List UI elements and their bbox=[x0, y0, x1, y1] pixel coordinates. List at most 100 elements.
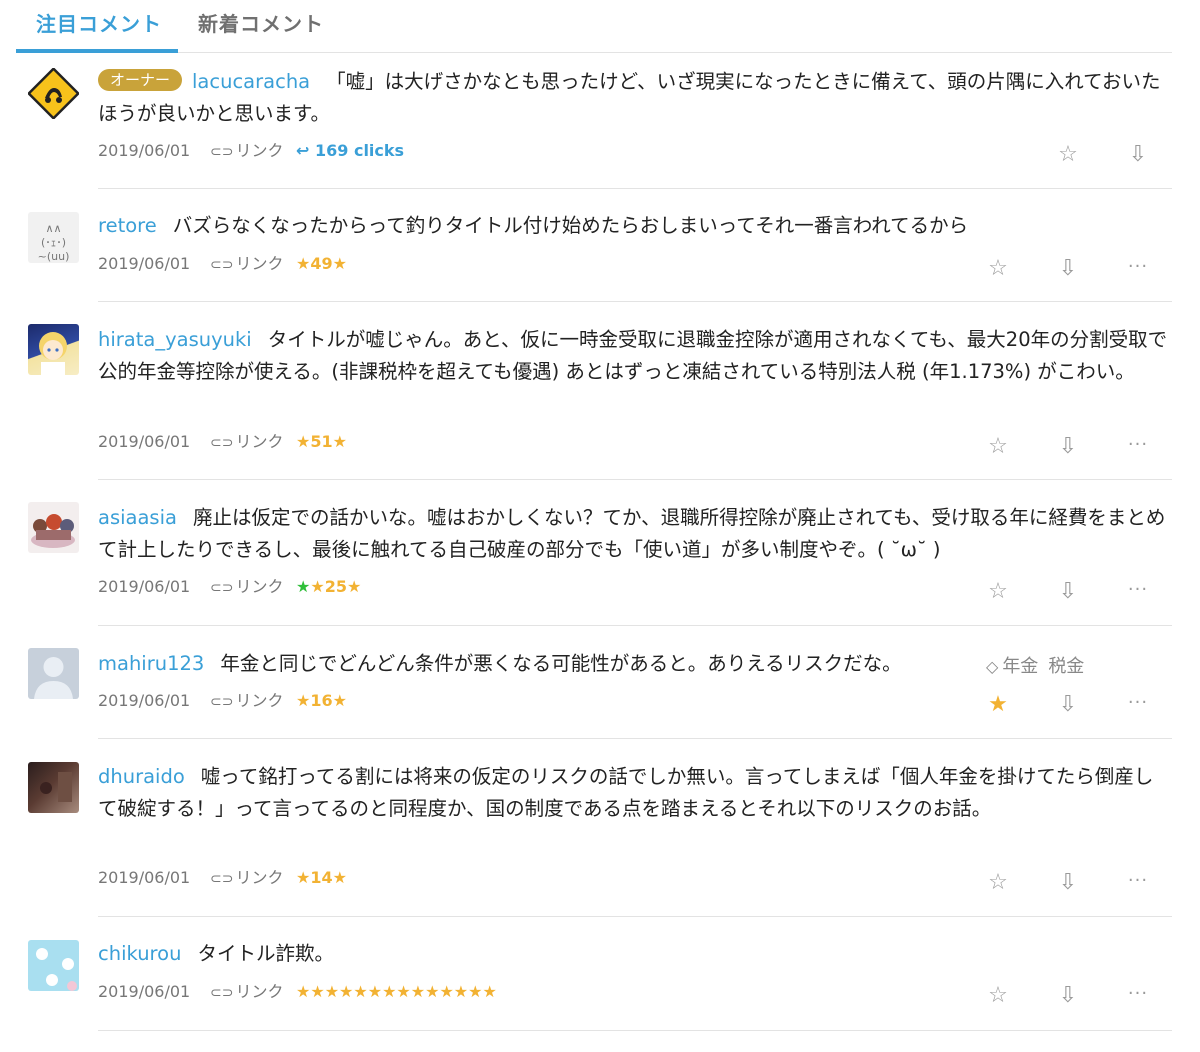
comment-date[interactable]: 2019/06/01 bbox=[98, 982, 210, 1002]
tag[interactable]: 年金 bbox=[1002, 656, 1038, 677]
star-count[interactable]: ★51★ bbox=[296, 432, 347, 451]
comment-date[interactable]: 2019/06/01 bbox=[98, 141, 210, 161]
arrow-down-icon[interactable]: ⇩ bbox=[1053, 579, 1083, 604]
star-icon: ★ bbox=[296, 982, 311, 1001]
comment-meta: 2019/06/01 ⊂⊃ リンク ★★★★★★★★★★★★★★ bbox=[98, 982, 497, 1003]
permalink[interactable]: ⊂⊃ リンク bbox=[210, 691, 296, 712]
avatar[interactable] bbox=[28, 762, 79, 813]
avatar[interactable] bbox=[28, 940, 79, 991]
avatar[interactable] bbox=[28, 648, 79, 699]
tab-latest-comments[interactable]: 新着コメント bbox=[198, 8, 324, 37]
tab-featured-comments[interactable]: 注目コメント bbox=[36, 8, 162, 37]
more-options-icon[interactable]: ··· bbox=[1123, 692, 1153, 713]
comment-date[interactable]: 2019/06/01 bbox=[98, 254, 210, 274]
group-illustration-avatar-icon bbox=[31, 514, 75, 548]
click-count[interactable]: ↩︎ 169 clicks bbox=[296, 141, 404, 160]
add-star-icon[interactable]: ☆ bbox=[983, 434, 1013, 459]
comment-date[interactable]: 2019/06/01 bbox=[98, 868, 210, 888]
divider bbox=[98, 738, 1172, 739]
comment-text: バズらなくなったからって釣りタイトル付け始めたらおしまいってそれ一番言われてるか… bbox=[172, 214, 969, 237]
tag-icon: ◇ bbox=[986, 657, 999, 676]
arrow-down-icon[interactable]: ⇩ bbox=[1053, 983, 1083, 1008]
arrow-down-icon[interactable]: ⇩ bbox=[1053, 692, 1083, 717]
comment-date[interactable]: 2019/06/01 bbox=[98, 577, 210, 597]
arrow-down-icon[interactable]: ⇩ bbox=[1123, 142, 1153, 167]
more-options-icon[interactable]: ··· bbox=[1123, 579, 1153, 600]
comment-meta: 2019/06/01 ⊂⊃ リンク ★16★ bbox=[98, 691, 347, 712]
avatar[interactable] bbox=[28, 68, 79, 119]
add-star-icon[interactable]: ☆ bbox=[983, 870, 1013, 895]
default-user-avatar-icon bbox=[34, 657, 73, 699]
star-icon: ★ bbox=[310, 982, 325, 1001]
more-options-icon[interactable]: ··· bbox=[1123, 256, 1153, 277]
star-count[interactable]: ★14★ bbox=[296, 868, 347, 887]
chain-link-icon: ⊂⊃ bbox=[210, 144, 234, 160]
star-icon: ★ bbox=[439, 982, 454, 1001]
permalink[interactable]: ⊂⊃ リンク bbox=[210, 432, 296, 453]
permalink[interactable]: ⊂⊃ リンク bbox=[210, 141, 296, 162]
add-star-icon[interactable]: ☆ bbox=[983, 579, 1013, 604]
active-tab-indicator bbox=[16, 49, 178, 53]
comment-content: asiaasia 廃止は仮定での話かいな。嘘はおかしくない？てか、退職所得控除が廃… bbox=[98, 502, 1172, 566]
star-icon: ★ bbox=[382, 982, 397, 1001]
chain-link-icon: ⊂⊃ bbox=[210, 985, 234, 1001]
star-count[interactable]: ★49★ bbox=[296, 254, 347, 273]
owner-badge[interactable]: オーナー bbox=[98, 69, 183, 91]
permalink[interactable]: ⊂⊃ リンク bbox=[210, 868, 296, 889]
comment-content: retore バズらなくなったからって釣りタイトル付け始めたらおしまいってそれ一番… bbox=[98, 210, 1172, 242]
add-star-icon[interactable]: ☆ bbox=[983, 983, 1013, 1008]
more-options-icon[interactable]: ··· bbox=[1123, 434, 1153, 455]
polka-dot-avatar-icon bbox=[36, 948, 77, 991]
star-count[interactable]: ★★25★ bbox=[296, 577, 361, 596]
arrow-down-icon[interactable]: ⇩ bbox=[1053, 256, 1083, 281]
add-star-icon[interactable]: ☆ bbox=[1053, 142, 1083, 167]
comment-text: 嘘って銘打ってる割には将来の仮定のリスクの話でしか無い。言ってしまえば「個人年金… bbox=[98, 765, 1154, 820]
username[interactable]: dhuraido bbox=[98, 765, 185, 788]
star-icon: ★ bbox=[324, 982, 340, 1001]
permalink[interactable]: ⊂⊃ リンク bbox=[210, 254, 296, 275]
divider bbox=[98, 916, 1172, 917]
divider bbox=[98, 1030, 1172, 1031]
star-icon: ★ bbox=[353, 982, 368, 1001]
comment-content: dhuraido 嘘って銘打ってる割には将来の仮定のリスクの話でしか無い。言ってし… bbox=[98, 761, 1172, 825]
divider bbox=[98, 625, 1172, 626]
avatar[interactable] bbox=[28, 502, 79, 553]
more-options-icon[interactable]: ··· bbox=[1123, 983, 1153, 1004]
add-star-icon[interactable]: ☆ bbox=[983, 256, 1013, 281]
star-icon: ★ bbox=[396, 982, 411, 1001]
permalink[interactable]: ⊂⊃ リンク bbox=[210, 982, 296, 1003]
comment-meta: 2019/06/01 ⊂⊃ リンク ★★25★ bbox=[98, 577, 361, 598]
arrow-down-icon[interactable]: ⇩ bbox=[1053, 870, 1083, 895]
comment-content: hirata_yasuyuki タイトルが嘘じゃん。あと、仮に一時金受取に退職金控… bbox=[98, 324, 1172, 388]
username[interactable]: hirata_yasuyuki bbox=[98, 328, 252, 351]
comment-text: タイトルが嘘じゃん。あと、仮に一時金受取に退職金控除が適用されなくても、最大20… bbox=[98, 328, 1168, 383]
star-icon: ★ bbox=[482, 982, 497, 1001]
username[interactable]: chikurou bbox=[98, 942, 181, 965]
chain-link-icon: ⊂⊃ bbox=[210, 257, 234, 273]
arrow-down-icon[interactable]: ⇩ bbox=[1053, 434, 1083, 459]
comment-meta: 2019/06/01 ⊂⊃ リンク ↩︎ 169 clicks bbox=[98, 141, 404, 162]
username[interactable]: retore bbox=[98, 214, 157, 237]
tag[interactable]: 税金 bbox=[1048, 656, 1084, 677]
username[interactable]: lacucaracha bbox=[192, 70, 310, 93]
comment-text: 廃止は仮定での話かいな。嘘はおかしくない？てか、退職所得控除が廃止されても、受け… bbox=[98, 506, 1166, 561]
starred-icon[interactable]: ★ bbox=[983, 692, 1013, 717]
comment-text: 年金と同じでどんどん条件が悪くなる可能性があると。ありえるリスクだな。 bbox=[220, 652, 902, 675]
avatar[interactable]: ∧∧ (･ｪ･) ~(uu) bbox=[28, 212, 79, 263]
avatar[interactable] bbox=[28, 324, 79, 375]
more-options-icon[interactable]: ··· bbox=[1123, 870, 1153, 891]
chain-link-icon: ⊂⊃ bbox=[210, 694, 234, 710]
username[interactable]: mahiru123 bbox=[98, 652, 204, 675]
comment-date[interactable]: 2019/06/01 bbox=[98, 691, 210, 711]
username[interactable]: asiaasia bbox=[98, 506, 177, 529]
anime-character-avatar-icon bbox=[39, 332, 67, 375]
permalink[interactable]: ⊂⊃ リンク bbox=[210, 577, 296, 598]
star-icon: ★ bbox=[468, 982, 483, 1001]
star-count[interactable]: ★16★ bbox=[296, 691, 347, 710]
comment-date[interactable]: 2019/06/01 bbox=[98, 432, 210, 452]
comment-content: オーナー lacucaracha 「嘘」は大げさかなとも思ったけど、いざ現実になった… bbox=[98, 66, 1172, 130]
divider bbox=[98, 188, 1172, 189]
comment-meta: 2019/06/01 ⊂⊃ リンク ★14★ bbox=[98, 868, 347, 889]
chain-link-icon: ⊂⊃ bbox=[210, 580, 234, 596]
star-row[interactable]: ★★★★★★★★★★★★★★ bbox=[296, 982, 497, 1001]
